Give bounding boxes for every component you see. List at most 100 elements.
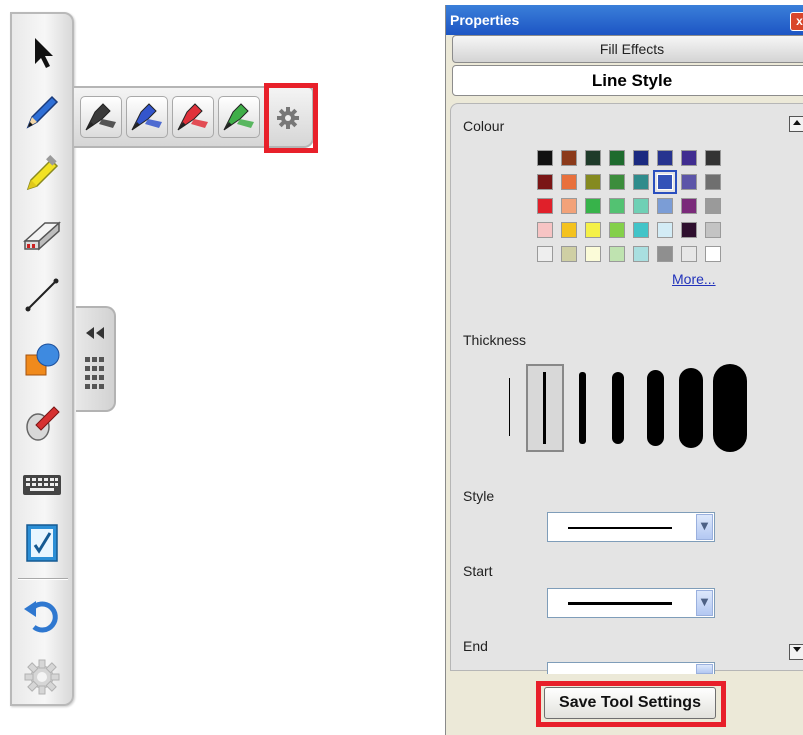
line-style-content: Colour More... Thickness Style ▼ Start ▼ — [450, 103, 803, 674]
colour-swatch[interactable] — [705, 150, 721, 166]
select-tool-button[interactable] — [19, 30, 65, 76]
thickness-label: Thickness — [463, 332, 527, 348]
colour-swatch[interactable] — [681, 222, 697, 238]
shapes-icon — [25, 343, 60, 376]
colour-swatch[interactable] — [681, 246, 697, 262]
style-preview-line — [568, 527, 672, 529]
chevron-down-icon[interactable]: ▼ — [696, 590, 713, 616]
chevron-down-icon[interactable] — [696, 664, 713, 674]
vertical-toolbar — [10, 12, 74, 706]
colour-swatch[interactable] — [633, 198, 649, 214]
scroll-down-button[interactable] — [789, 644, 803, 660]
thickness-option-4[interactable] — [612, 372, 624, 444]
chevron-down-icon[interactable]: ▼ — [696, 514, 713, 540]
colour-swatch[interactable] — [561, 198, 577, 214]
pen-color-icon — [223, 103, 254, 131]
pen-color-icon — [85, 103, 116, 131]
colour-swatch[interactable] — [681, 150, 697, 166]
colour-swatch[interactable] — [537, 222, 553, 238]
colour-swatch[interactable] — [585, 150, 601, 166]
colour-swatch[interactable] — [705, 222, 721, 238]
more-colours-link[interactable]: More... — [672, 271, 716, 287]
colour-swatch[interactable] — [653, 170, 677, 194]
undo-icon — [24, 601, 58, 633]
keyboard-tool-button[interactable] — [19, 462, 65, 508]
style-dropdown[interactable]: ▼ — [547, 512, 715, 542]
colour-swatch[interactable] — [561, 246, 577, 262]
magic-pen-tool-button[interactable] — [19, 400, 65, 446]
end-label: End — [463, 638, 488, 654]
undo-button[interactable] — [19, 592, 65, 638]
colour-swatch[interactable] — [705, 174, 721, 190]
colour-swatch[interactable] — [561, 150, 577, 166]
pen-color-option-4[interactable] — [218, 96, 260, 138]
pen-color-icon — [177, 103, 208, 131]
colour-swatch[interactable] — [609, 198, 625, 214]
colour-swatch[interactable] — [681, 198, 697, 214]
colour-swatch[interactable] — [657, 246, 673, 262]
eraser-tool-button[interactable] — [19, 212, 65, 258]
pen-tool-button[interactable] — [19, 88, 65, 134]
thickness-selector — [451, 360, 803, 456]
colour-swatch[interactable] — [633, 246, 649, 262]
pen-color-option-1[interactable] — [80, 96, 122, 138]
toolbar-separator — [18, 578, 68, 580]
arrow-up-icon — [793, 120, 801, 125]
colour-swatch[interactable] — [633, 174, 649, 190]
highlighter-tool-button[interactable] — [19, 150, 65, 196]
colour-swatch[interactable] — [537, 150, 553, 166]
shapes-tool-button[interactable] — [19, 338, 65, 384]
end-dropdown[interactable] — [547, 662, 715, 674]
colour-swatch[interactable] — [657, 222, 673, 238]
colour-swatch[interactable] — [537, 246, 553, 262]
start-preview-line — [568, 602, 672, 605]
colour-swatch[interactable] — [633, 150, 649, 166]
tab-line-style[interactable]: Line Style — [452, 65, 803, 96]
properties-titlebar: Properties x — [446, 5, 803, 35]
colour-swatch[interactable] — [609, 222, 625, 238]
scroll-up-button[interactable] — [789, 116, 803, 132]
start-dropdown[interactable]: ▼ — [547, 588, 715, 618]
eraser-icon — [23, 221, 61, 251]
thickness-option-3[interactable] — [579, 372, 586, 444]
thickness-option-6[interactable] — [679, 368, 703, 448]
tab-fill-effects[interactable]: Fill Effects — [452, 35, 803, 63]
start-label: Start — [463, 563, 493, 579]
colour-swatch[interactable] — [681, 174, 697, 190]
line-tool-button[interactable] — [19, 272, 65, 318]
colour-swatch[interactable] — [657, 150, 673, 166]
colour-swatch[interactable] — [609, 174, 625, 190]
pen-color-icon — [131, 103, 162, 131]
notebook-tool-button[interactable] — [19, 520, 65, 566]
colour-swatch[interactable] — [537, 198, 553, 214]
keyboard-icon — [23, 475, 61, 495]
colour-swatch[interactable] — [561, 174, 577, 190]
colour-swatch[interactable] — [633, 222, 649, 238]
highlight-gear-box — [264, 83, 318, 153]
pen-color-option-3[interactable] — [172, 96, 214, 138]
colour-swatch[interactable] — [705, 246, 721, 262]
thickness-option-2[interactable] — [543, 372, 546, 444]
collapse-arrows-icon — [86, 327, 104, 339]
thickness-option-1[interactable] — [509, 378, 510, 436]
arrow-down-icon — [793, 647, 801, 652]
toolbar-settings-button[interactable] — [19, 654, 65, 700]
pen-color-option-2[interactable] — [126, 96, 168, 138]
colour-swatch[interactable] — [609, 246, 625, 262]
colour-swatch[interactable] — [585, 174, 601, 190]
colour-swatch[interactable] — [537, 174, 553, 190]
thickness-option-7[interactable] — [713, 364, 747, 452]
close-button[interactable]: x — [790, 12, 803, 31]
grip-dots-icon — [85, 357, 104, 389]
toolbar-collapse-tab[interactable] — [76, 306, 116, 412]
colour-swatch[interactable] — [561, 222, 577, 238]
properties-panel: Properties x Fill Effects Line Style Col… — [445, 5, 803, 735]
colour-swatch[interactable] — [609, 150, 625, 166]
thickness-option-5[interactable] — [647, 370, 664, 446]
colour-swatch[interactable] — [657, 198, 673, 214]
highlighter-icon — [26, 155, 59, 191]
colour-swatch[interactable] — [585, 222, 601, 238]
colour-swatch[interactable] — [705, 198, 721, 214]
colour-swatch[interactable] — [585, 198, 601, 214]
colour-swatch[interactable] — [585, 246, 601, 262]
